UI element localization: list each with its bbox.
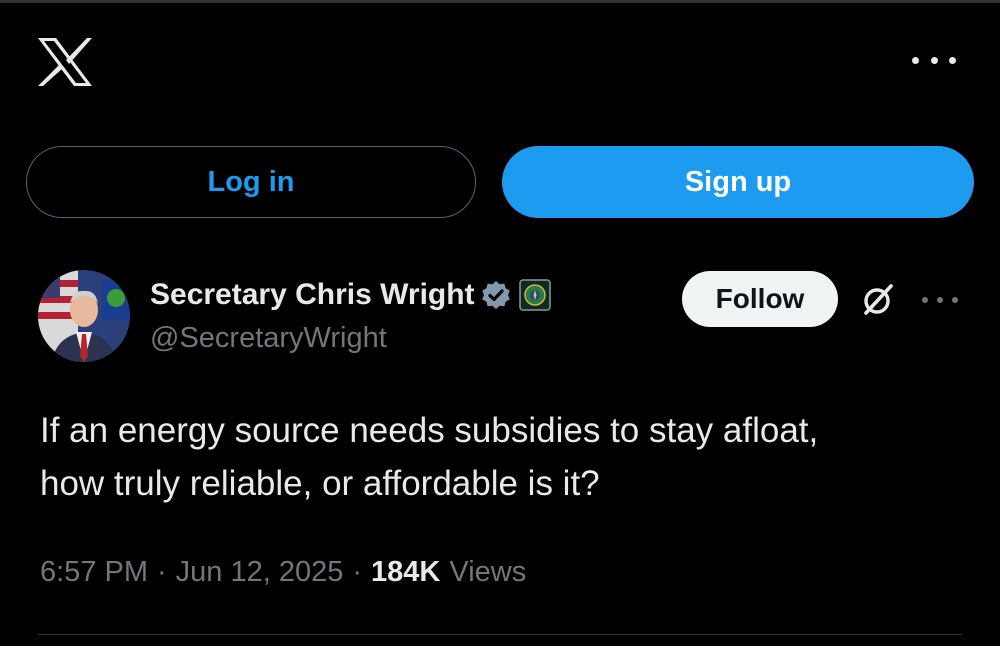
tweet-more-options-icon[interactable]: [922, 294, 958, 306]
author-display-name[interactable]: Secretary Chris Wright: [150, 278, 475, 312]
tweet-date[interactable]: Jun 12, 2025: [176, 556, 344, 589]
department-of-energy-seal-icon[interactable]: [518, 279, 551, 311]
meta-separator: ·: [157, 556, 167, 588]
follow-button[interactable]: Follow: [682, 271, 838, 327]
verified-badge-icon[interactable]: [481, 280, 511, 310]
tweet-text: If an energy source needs subsidies to s…: [40, 404, 980, 510]
views-count: 184K: [371, 556, 441, 588]
signup-button[interactable]: Sign up: [502, 146, 974, 218]
login-button[interactable]: Log in: [26, 146, 476, 218]
tweet-meta: 6:57 PM · Jun 12, 2025 · 184K Views: [40, 556, 526, 589]
divider: [38, 634, 962, 635]
grok-icon[interactable]: [858, 280, 898, 320]
tweet-text-line: If an energy source needs subsidies to s…: [40, 411, 819, 450]
author-handle[interactable]: @SecretaryWright: [150, 322, 387, 355]
top-border: [0, 0, 1000, 3]
more-options-icon[interactable]: [912, 50, 956, 70]
x-logo-icon[interactable]: [36, 36, 94, 88]
avatar[interactable]: [38, 270, 130, 362]
tweet-text-line: how truly reliable, or affordable is it?: [40, 464, 600, 503]
meta-separator: ·: [352, 556, 363, 588]
views-label: Views: [449, 556, 527, 588]
author-name-row: Secretary Chris Wright: [150, 274, 551, 316]
tweet-time[interactable]: 6:57 PM: [40, 556, 148, 589]
